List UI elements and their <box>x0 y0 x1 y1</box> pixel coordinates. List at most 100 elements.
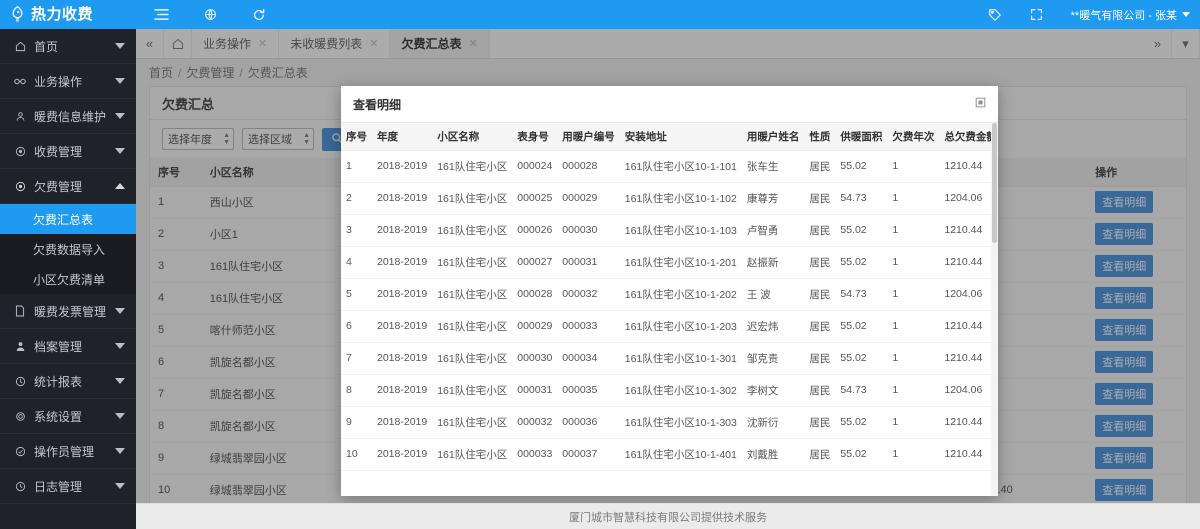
sidebar-item-label: 系统设置 <box>34 409 83 424</box>
chevron-down-icon <box>115 113 125 119</box>
table-row[interactable]: 10 2018-2019 161队住宅小区 000033 000037 161队住宅小区1… <box>341 438 998 471</box>
cell-nature: 居民 <box>804 438 836 471</box>
scrollbar-thumb[interactable] <box>992 123 997 243</box>
sidebar-item-statistics[interactable]: 统计报表 <box>0 364 136 399</box>
cell-area: 55.02 <box>835 214 888 247</box>
cell-community: 161队住宅小区 <box>432 406 513 439</box>
table-row[interactable]: 4 2018-2019 161队住宅小区 000027 000031 161队住宅小区10… <box>341 246 998 279</box>
sidebar-item-label: 暖费发票管理 <box>34 304 107 319</box>
cell-amount: 1204.06 <box>939 374 998 407</box>
restore-window-icon[interactable] <box>975 97 986 111</box>
chevron-down-icon <box>115 308 125 314</box>
cell-area: 54.73 <box>835 182 888 215</box>
cell-amount: 1210.44 <box>939 310 998 343</box>
cell-amount: 1204.06 <box>939 182 998 215</box>
cell-meter: 000028 <box>512 278 558 311</box>
cell-address: 161队住宅小区10-1-303 <box>619 406 742 439</box>
cell-nature: 居民 <box>804 182 836 215</box>
menu-icon[interactable] <box>153 7 169 23</box>
sub-item-label: 欠费汇总表 <box>33 212 94 227</box>
sidebar-item-arrears-import[interactable]: 欠费数据导入 <box>0 234 136 264</box>
logo-text: 热力收费 <box>31 6 94 23</box>
sidebar-item-arrears-summary[interactable]: 欠费汇总表 <box>0 204 136 234</box>
chevron-down-icon <box>115 378 125 384</box>
page-footer: 厦门城市智慧科技有限公司提供技术服务 <box>136 503 1200 529</box>
sidebar-item-log-mgmt[interactable]: 日志管理 <box>0 469 136 504</box>
file-icon <box>13 305 27 317</box>
cell-meter: 000033 <box>512 438 558 471</box>
cell-address: 161队住宅小区10-1-202 <box>619 278 742 311</box>
sidebar-item-community-arrears-list[interactable]: 小区欠费清单 <box>0 264 136 294</box>
arrears-detail-table: 序号 年度 小区名称 表身号 用暖户编号 安装地址 用暖户姓名 性质 供暖面积 … <box>341 123 998 496</box>
sub-item-label: 小区欠费清单 <box>33 272 106 287</box>
cell-area: 54.73 <box>835 278 888 311</box>
sidebar-item-home[interactable]: 首页 <box>0 29 136 64</box>
sidebar-item-system-settings[interactable]: 系统设置 <box>0 399 136 434</box>
sidebar-item-invoice-mgmt[interactable]: 暖费发票管理 <box>0 294 136 329</box>
chart-icon <box>13 376 27 387</box>
modal-tools <box>975 97 986 111</box>
cell-address: 161队住宅小区10-1-103 <box>619 214 742 247</box>
cell-no: 2 <box>341 182 372 215</box>
table-row[interactable]: 7 2018-2019 161队住宅小区 000030 000034 161队住宅小区10… <box>341 342 998 375</box>
cell-year: 2018-2019 <box>372 374 433 407</box>
cell-name: 李树文 <box>741 374 805 407</box>
cell-area: 54.73 <box>835 374 888 407</box>
cell-times: 1 <box>887 278 940 311</box>
cell-no: 10 <box>341 438 372 471</box>
globe-icon[interactable] <box>202 7 218 23</box>
table-row[interactable]: 2 2018-2019 161队住宅小区 000025 000029 161队住宅小区10… <box>341 182 998 215</box>
table-row[interactable]: 9 2018-2019 161队住宅小区 000032 000036 161队住宅小区10… <box>341 406 998 439</box>
cell-user-no: 000037 <box>557 438 620 471</box>
table-row[interactable]: 5 2018-2019 161队住宅小区 000028 000032 161队住宅小区10… <box>341 278 998 311</box>
modal-scrollbar[interactable] <box>991 123 998 496</box>
cell-nature: 居民 <box>804 342 836 375</box>
coin-icon <box>13 146 27 157</box>
fullscreen-icon[interactable] <box>1029 7 1045 23</box>
sidebar-item-archive-mgmt[interactable]: 档案管理 <box>0 329 136 364</box>
cell-year: 2018-2019 <box>372 278 433 311</box>
app-logo[interactable]: 热力收费 <box>0 0 136 29</box>
cell-area: 55.02 <box>835 406 888 439</box>
col-year: 年度 <box>372 123 433 151</box>
user-menu[interactable]: **暖气有限公司 - 张某 <box>1071 7 1190 23</box>
cell-nature: 居民 <box>804 278 836 311</box>
cell-times: 1 <box>887 246 940 279</box>
cell-user-no: 000028 <box>557 150 620 183</box>
sidebar-item-heating-info[interactable]: 暖费信息维护 <box>0 99 136 134</box>
table-row[interactable]: 6 2018-2019 161队住宅小区 000029 000033 161队住宅小区10… <box>341 310 998 343</box>
chevron-down-icon <box>115 343 125 349</box>
sidebar-item-charge-mgmt[interactable]: 收费管理 <box>0 134 136 169</box>
cell-nature: 居民 <box>804 406 836 439</box>
sidebar-item-label: 统计报表 <box>34 374 83 389</box>
sidebar-item-operator-mgmt[interactable]: 操作员管理 <box>0 434 136 469</box>
cell-nature: 居民 <box>804 246 836 279</box>
refresh-icon[interactable] <box>251 7 267 23</box>
cell-amount: 1204.06 <box>939 278 998 311</box>
cell-no: 3 <box>341 214 372 247</box>
tag-icon[interactable] <box>987 7 1003 23</box>
cell-community: 161队住宅小区 <box>432 182 513 215</box>
cell-user-no: 000033 <box>557 310 620 343</box>
sidebar-item-label: 档案管理 <box>34 339 83 354</box>
table-row[interactable]: 1 2018-2019 161队住宅小区 000024 000028 161队住宅小区10… <box>341 150 998 183</box>
table-row-partial[interactable] <box>341 470 998 496</box>
cell-name: 沈新衍 <box>741 406 805 439</box>
table-row[interactable]: 3 2018-2019 161队住宅小区 000026 000030 161队住宅小区10… <box>341 214 998 247</box>
cell-times: 1 <box>887 310 940 343</box>
sidebar-item-business[interactable]: 业务操作 <box>0 64 136 99</box>
detail-modal: 查看明细 序号 年度 小区名称 表身号 用暖户编号 安装地址 用暖户姓名 性质 … <box>341 86 998 496</box>
user-edit-icon <box>13 111 27 122</box>
chevron-down-icon <box>115 78 125 84</box>
cell-times: 1 <box>887 182 940 215</box>
col-community: 小区名称 <box>432 123 513 151</box>
sidebar-item-arrears-mgmt[interactable]: 欠费管理 <box>0 169 136 204</box>
cell-address: 161队住宅小区10-1-102 <box>619 182 742 215</box>
table-row[interactable]: 8 2018-2019 161队住宅小区 000031 000035 161队住宅小区10… <box>341 374 998 407</box>
chevron-up-icon <box>115 183 125 189</box>
user-label: **暖气有限公司 - 张某 <box>1070 9 1177 22</box>
cell-address: 161队住宅小区10-1-203 <box>619 310 742 343</box>
cell-name: 王 波 <box>741 278 805 311</box>
cell-nature: 居民 <box>804 150 836 183</box>
col-no: 序号 <box>341 123 372 151</box>
